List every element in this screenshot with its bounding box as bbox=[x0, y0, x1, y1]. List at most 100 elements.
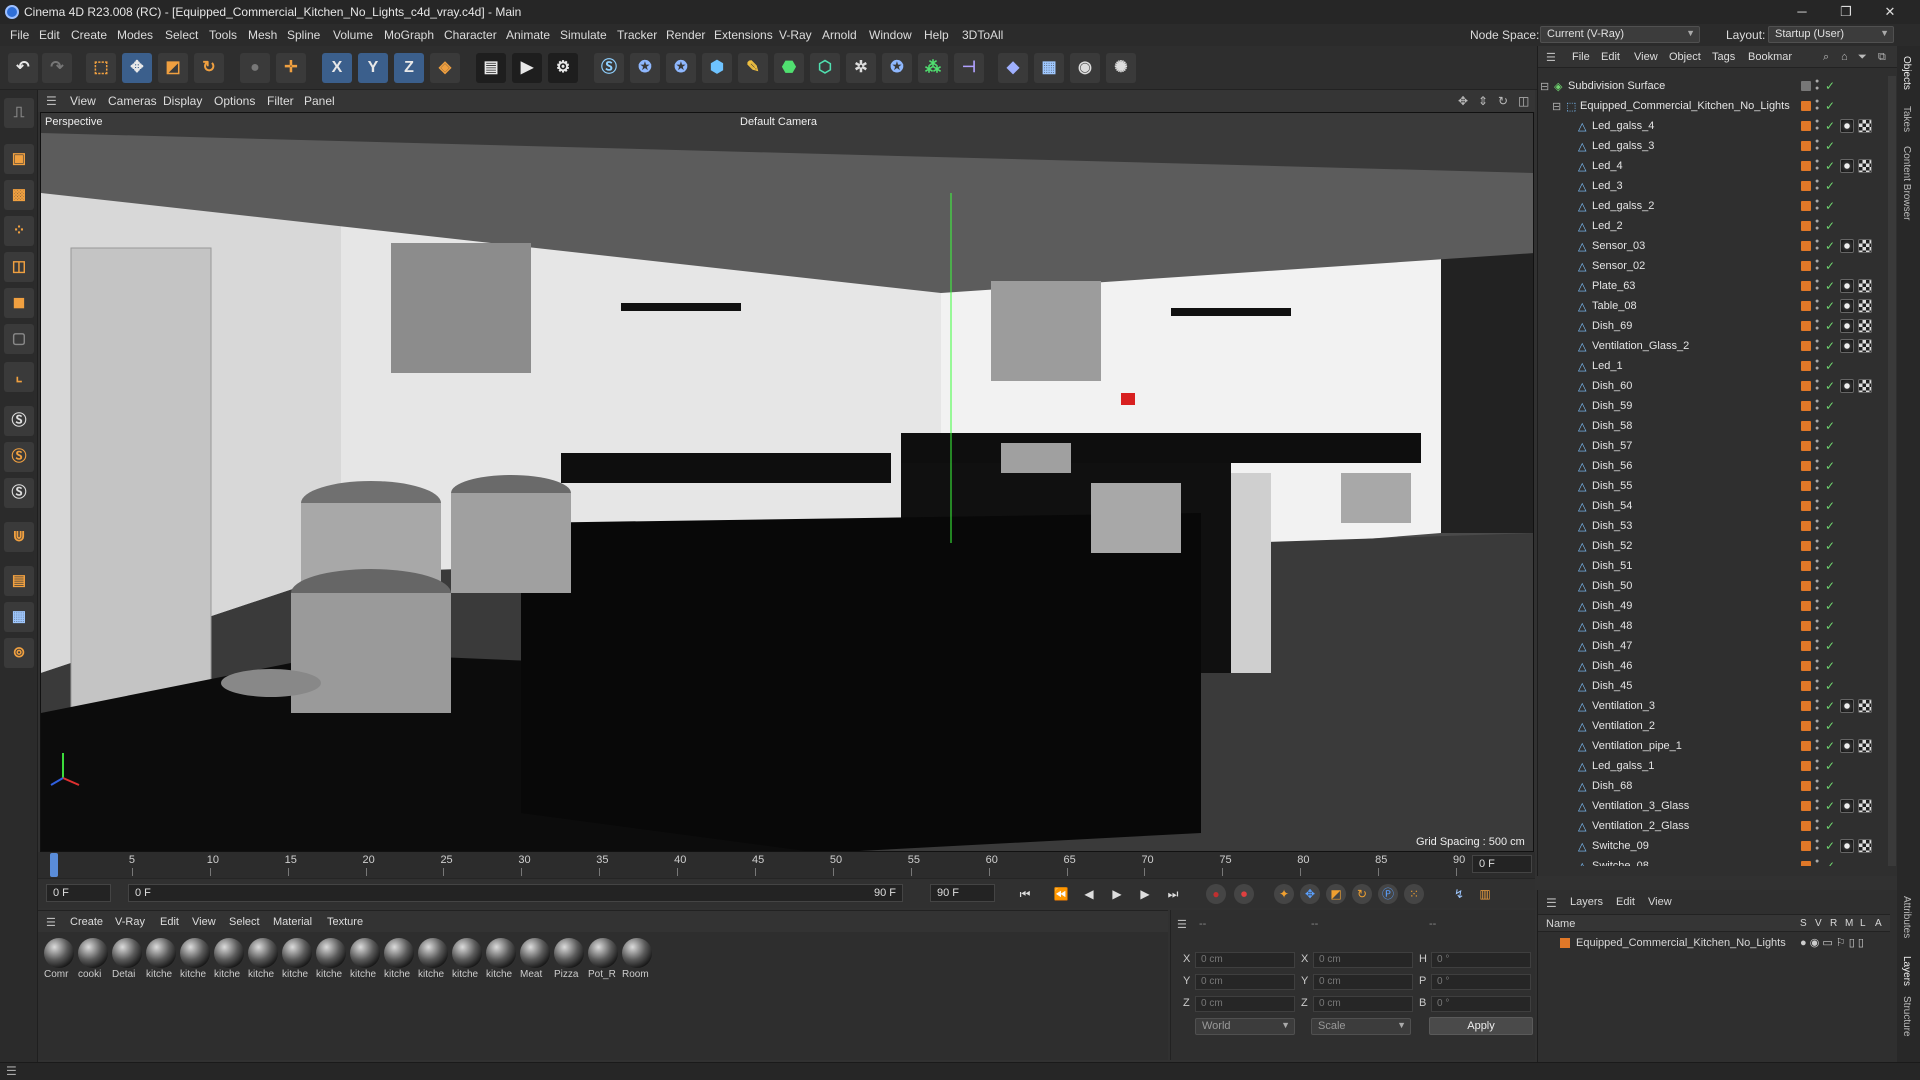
layer-color-swatch[interactable] bbox=[1801, 141, 1811, 151]
next-frame-button[interactable]: ▶ bbox=[1134, 884, 1156, 904]
object-row[interactable]: △ Plate_63 ● ● ✓ bbox=[1538, 276, 1888, 296]
object-row[interactable]: △ Led_2 ● ● ✓ bbox=[1538, 216, 1888, 236]
new-window-icon[interactable]: ⧉ bbox=[1878, 51, 1886, 64]
floor-button[interactable]: ▦ bbox=[1034, 53, 1064, 83]
layer-color-swatch[interactable] bbox=[1801, 641, 1811, 651]
enabled-check-icon[interactable]: ✓ bbox=[1825, 479, 1835, 493]
layer-color-swatch[interactable] bbox=[1801, 521, 1811, 531]
layer-color-swatch[interactable] bbox=[1801, 821, 1811, 831]
object-row[interactable]: △ Dish_68 ● ● ✓ bbox=[1538, 776, 1888, 796]
move-tool-button[interactable]: ✥ bbox=[122, 53, 152, 83]
go-to-start-button[interactable]: ⏮ bbox=[1014, 884, 1036, 904]
menu-render[interactable]: Render bbox=[666, 28, 705, 42]
viewport-menu-cameras[interactable]: Cameras bbox=[108, 94, 157, 108]
enabled-check-icon[interactable]: ✓ bbox=[1825, 399, 1835, 413]
render-view-button[interactable]: ▤ bbox=[476, 53, 506, 83]
redo-button[interactable]: ↷ bbox=[42, 53, 72, 83]
enabled-check-icon[interactable]: ✓ bbox=[1825, 539, 1835, 553]
object-row[interactable]: △ Sensor_03 ● ● ✓ bbox=[1538, 236, 1888, 256]
layer-color-swatch[interactable] bbox=[1801, 701, 1811, 711]
axis-mode-button[interactable]: ⌞ bbox=[4, 362, 34, 392]
object-row[interactable]: △ Ventilation_3 ● ● ✓ bbox=[1538, 696, 1888, 716]
visibility-dots-icon[interactable]: ●● bbox=[1815, 818, 1821, 834]
previous-key-button[interactable]: ⏪ bbox=[1050, 884, 1072, 904]
visibility-dots-icon[interactable]: ●● bbox=[1815, 398, 1821, 414]
visibility-dots-icon[interactable]: ●● bbox=[1815, 518, 1821, 534]
layer-color-swatch[interactable] bbox=[1801, 801, 1811, 811]
keyframe-selection-button[interactable]: ✦ bbox=[1274, 884, 1294, 904]
rotation-h-field[interactable]: 0 ° bbox=[1431, 952, 1531, 968]
search-icon[interactable]: ⌕ bbox=[1823, 51, 1829, 64]
side-tab-objects[interactable]: Objects bbox=[1901, 56, 1912, 90]
current-frame-field[interactable]: 0 F bbox=[1472, 855, 1532, 873]
viewport-menu-display[interactable]: Display bbox=[163, 94, 202, 108]
layer-color-swatch[interactable] bbox=[1801, 181, 1811, 191]
expand-toggle-icon[interactable]: ⊟ bbox=[1552, 100, 1561, 113]
visibility-dots-icon[interactable]: ●● bbox=[1815, 698, 1821, 714]
object-row[interactable]: △ Led_galss_1 ● ● ✓ bbox=[1538, 756, 1888, 776]
material-swatch[interactable]: kitche bbox=[384, 938, 416, 980]
layer-color-swatch[interactable] bbox=[1801, 121, 1811, 131]
object-row[interactable]: △ Switche_09 ● ● ✓ bbox=[1538, 836, 1888, 856]
visibility-dots-icon[interactable]: ●● bbox=[1815, 158, 1821, 174]
object-row[interactable]: △ Dish_46 ● ● ✓ bbox=[1538, 656, 1888, 676]
menu-character[interactable]: Character bbox=[444, 28, 497, 42]
enabled-check-icon[interactable]: ✓ bbox=[1825, 319, 1835, 333]
layer-color-swatch[interactable] bbox=[1801, 721, 1811, 731]
menu-mograph[interactable]: MoGraph bbox=[384, 28, 434, 42]
filter-icon[interactable]: ⏷ bbox=[1858, 51, 1867, 64]
object-row[interactable]: △ Led_4 ● ● ✓ bbox=[1538, 156, 1888, 176]
vray-button[interactable]: Ⓢ bbox=[594, 53, 624, 83]
object-row[interactable]: △ Dish_60 ● ● ✓ bbox=[1538, 376, 1888, 396]
previous-frame-button[interactable]: ◀ bbox=[1078, 884, 1100, 904]
enabled-check-icon[interactable]: ✓ bbox=[1825, 819, 1835, 833]
menu-animate[interactable]: Animate bbox=[506, 28, 550, 42]
layer-color-swatch[interactable] bbox=[1801, 461, 1811, 471]
size-x-field[interactable]: 0 cm bbox=[1313, 952, 1413, 968]
menu-simulate[interactable]: Simulate bbox=[560, 28, 607, 42]
layer-color-swatch[interactable] bbox=[1801, 501, 1811, 511]
camera-button[interactable]: ◉ bbox=[1070, 53, 1100, 83]
edges-mode-button[interactable]: ◫ bbox=[4, 252, 34, 282]
enabled-check-icon[interactable]: ✓ bbox=[1825, 439, 1835, 453]
material-hamburger-icon[interactable]: ☰ bbox=[46, 916, 56, 929]
material-menu-vray[interactable]: V-Ray bbox=[115, 916, 145, 928]
layer-color-swatch[interactable] bbox=[1801, 601, 1811, 611]
rotation-b-field[interactable]: 0 ° bbox=[1431, 996, 1531, 1012]
apply-button[interactable]: Apply bbox=[1429, 1017, 1533, 1035]
enabled-check-icon[interactable]: ✓ bbox=[1825, 639, 1835, 653]
object-row[interactable]: △ Dish_69 ● ● ✓ bbox=[1538, 316, 1888, 336]
texture-tag-icon[interactable] bbox=[1858, 739, 1872, 753]
object-row[interactable]: △ Dish_45 ● ● ✓ bbox=[1538, 676, 1888, 696]
layer-color-swatch[interactable] bbox=[1801, 101, 1811, 111]
layer-toggle-icons[interactable]: ● ◉ ▭ ⚐ ▯ ▯ bbox=[1800, 936, 1864, 949]
layer-color-swatch[interactable] bbox=[1801, 781, 1811, 791]
rotation-p-field[interactable]: 0 ° bbox=[1431, 974, 1531, 990]
material-swatch[interactable]: kitche bbox=[214, 938, 246, 980]
object-row[interactable]: △ Led_galss_4 ● ● ✓ bbox=[1538, 116, 1888, 136]
python-script-2-button[interactable]: ✪ bbox=[666, 53, 696, 83]
layer-color-swatch[interactable] bbox=[1801, 741, 1811, 751]
side-tab-takes[interactable]: Takes bbox=[1901, 106, 1912, 132]
points-mode-button[interactable]: ⁘ bbox=[4, 216, 34, 246]
material-menu-material[interactable]: Material bbox=[273, 916, 312, 928]
material-tag-icon[interactable] bbox=[1840, 799, 1854, 813]
enabled-check-icon[interactable]: ✓ bbox=[1825, 599, 1835, 613]
key-parameter-button[interactable]: Ⓟ bbox=[1378, 884, 1398, 904]
texture-tag-icon[interactable] bbox=[1858, 319, 1872, 333]
enabled-check-icon[interactable]: ✓ bbox=[1825, 259, 1835, 273]
live-selection-button[interactable]: ⬚ bbox=[86, 53, 116, 83]
material-swatch[interactable]: kitche bbox=[418, 938, 450, 980]
menu-edit[interactable]: Edit bbox=[39, 28, 60, 42]
layer-color-swatch[interactable] bbox=[1801, 861, 1811, 866]
lock-workplane-button[interactable]: ⊚ bbox=[4, 638, 34, 668]
viewport-move-icon[interactable]: ✥ bbox=[1458, 94, 1468, 108]
enabled-check-icon[interactable]: ✓ bbox=[1825, 799, 1835, 813]
enabled-check-icon[interactable]: ✓ bbox=[1825, 279, 1835, 293]
undo-button[interactable]: ↶ bbox=[8, 53, 38, 83]
enabled-check-icon[interactable]: ✓ bbox=[1825, 179, 1835, 193]
layer-color-swatch[interactable] bbox=[1801, 341, 1811, 351]
polygons-mode-button[interactable]: ◼ bbox=[4, 288, 34, 318]
key-rotation-button[interactable]: ↻ bbox=[1352, 884, 1372, 904]
menu-file[interactable]: File bbox=[10, 28, 29, 42]
